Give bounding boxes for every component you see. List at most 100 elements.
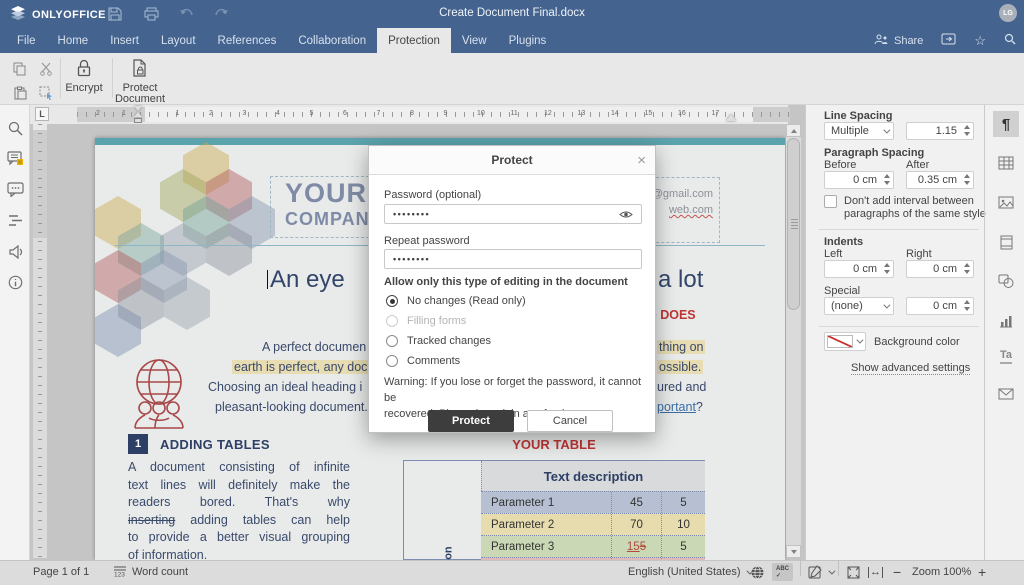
tab-home[interactable]: Home xyxy=(47,28,100,53)
tab-layout[interactable]: Layout xyxy=(150,28,207,53)
open-file-location-icon[interactable] xyxy=(941,33,956,48)
tab-stop-selector[interactable]: L xyxy=(35,107,49,121)
encrypt-button[interactable]: Encrypt xyxy=(64,57,104,94)
cancel-button[interactable]: Cancel xyxy=(527,410,613,432)
radio-tracked-changes[interactable]: Tracked changes xyxy=(386,335,491,347)
redo-icon[interactable] xyxy=(212,5,230,23)
section-number-badge: 1 xyxy=(128,434,148,454)
table-row: Parameter 27010 xyxy=(481,513,705,535)
scroll-down-button[interactable] xyxy=(786,545,801,558)
spacing-before-stepper[interactable]: 0 cm xyxy=(824,171,894,189)
share-button[interactable]: Share xyxy=(874,34,923,48)
header-footer-settings-icon[interactable] xyxy=(993,229,1019,255)
repeat-password-label: Repeat password xyxy=(384,235,470,247)
radio-button[interactable] xyxy=(386,335,398,347)
interval-checkbox[interactable] xyxy=(824,195,837,208)
horizontal-ruler[interactable]: 211234567891011121314151617 xyxy=(77,107,790,122)
paragraph-settings-panel: Line Spacing Multiple 1.15 Paragraph Spa… xyxy=(805,105,1024,560)
radio-comments[interactable]: Comments xyxy=(386,355,460,367)
line-spacing-select[interactable]: Multiple xyxy=(824,122,894,140)
shape-settings-icon[interactable] xyxy=(993,268,1019,294)
show-password-eye-icon[interactable] xyxy=(619,209,633,222)
password-input[interactable]: •••••••• xyxy=(384,204,642,224)
navigation-icon[interactable] xyxy=(7,212,24,229)
zoom-level[interactable]: Zoom 100% xyxy=(912,560,971,584)
protect-confirm-button[interactable]: Protect xyxy=(428,410,514,432)
about-icon[interactable] xyxy=(7,274,24,291)
special-amount-stepper[interactable]: 0 cm xyxy=(906,297,974,315)
copy-icon[interactable] xyxy=(8,58,32,80)
scroll-up-button[interactable] xyxy=(786,124,801,137)
background-color-picker[interactable] xyxy=(824,332,866,351)
paste-icon[interactable] xyxy=(8,82,32,104)
radio-button-disabled xyxy=(386,315,398,327)
radio-button[interactable] xyxy=(386,355,398,367)
no-color-swatch xyxy=(827,335,853,348)
image-settings-icon[interactable] xyxy=(993,189,1019,215)
hyperlink[interactable]: portant xyxy=(657,400,696,414)
paragraph-settings-icon[interactable]: ¶ xyxy=(993,111,1019,137)
tab-references[interactable]: References xyxy=(207,28,288,53)
save-icon[interactable] xyxy=(106,5,124,23)
indent-right-stepper[interactable]: 0 cm xyxy=(906,260,974,278)
share-label: Share xyxy=(894,35,923,47)
table-header-cell: Text description xyxy=(481,461,705,491)
zoom-out-button[interactable]: − xyxy=(893,560,901,584)
tab-insert[interactable]: Insert xyxy=(99,28,150,53)
protect-document-button[interactable]: Protect Document xyxy=(116,57,164,105)
language-selector[interactable]: English (United States) xyxy=(628,560,751,584)
chart-settings-icon[interactable] xyxy=(993,308,1019,334)
set-language-icon[interactable] xyxy=(750,560,765,584)
fit-width-icon[interactable]: ↔ xyxy=(868,560,883,584)
word-count-button[interactable]: 123 Word count xyxy=(113,560,188,584)
document-scrollbar[interactable] xyxy=(786,124,801,558)
undo-icon[interactable] xyxy=(178,5,196,23)
mail-merge-icon[interactable] xyxy=(993,381,1019,407)
right-indent-marker[interactable] xyxy=(726,114,736,121)
table-settings-icon[interactable] xyxy=(993,150,1019,176)
scrollbar-thumb[interactable] xyxy=(787,138,800,310)
text-art-settings-icon[interactable]: Ta xyxy=(993,343,1019,369)
tab-protection[interactable]: Protection xyxy=(377,28,451,53)
tab-view[interactable]: View xyxy=(451,28,498,53)
radio-no-changes[interactable]: No changes (Read only) xyxy=(386,295,526,307)
advanced-settings-link[interactable]: Show advanced settings xyxy=(851,362,970,375)
comments-icon[interactable] xyxy=(7,150,24,167)
cut-icon[interactable] xyxy=(34,58,58,80)
page-count[interactable]: Page 1 of 1 xyxy=(33,560,89,584)
spell-check-icon[interactable]: ABC✓ xyxy=(772,563,793,581)
encrypt-label: Encrypt xyxy=(65,83,102,94)
fit-page-icon[interactable] xyxy=(846,560,861,584)
print-icon[interactable] xyxy=(142,5,160,23)
avatar[interactable]: LG xyxy=(999,4,1017,22)
before-label: Before xyxy=(824,159,856,171)
after-label: After xyxy=(906,159,929,171)
special-select[interactable]: (none) xyxy=(824,297,894,315)
spacing-after-stepper[interactable]: 0.35 cm xyxy=(906,171,974,189)
vertical-ruler[interactable] xyxy=(33,124,47,558)
tab-plugins[interactable]: Plugins xyxy=(498,28,558,53)
tracked-deleted-value: 5 xyxy=(640,541,646,553)
document-table[interactable]: Text description Parameter 1455 Paramete… xyxy=(403,460,705,560)
intro-line: pleasant-looking document. xyxy=(215,400,368,414)
repeat-password-input[interactable]: •••••••• xyxy=(384,249,642,269)
dialog-header[interactable]: Protect × xyxy=(369,146,655,175)
favorite-star-icon[interactable]: ☆ xyxy=(974,33,986,49)
indent-left-stepper[interactable]: 0 cm xyxy=(824,260,894,278)
line-spacing-stepper[interactable]: 1.15 xyxy=(906,122,974,140)
chat-icon[interactable] xyxy=(7,181,24,198)
select-all-icon[interactable] xyxy=(34,82,58,104)
zoom-in-button[interactable]: + xyxy=(978,560,986,584)
search-icon[interactable] xyxy=(1004,33,1016,48)
find-icon[interactable] xyxy=(7,120,24,137)
close-icon[interactable]: × xyxy=(637,152,646,169)
chevron-down-icon xyxy=(856,337,863,344)
track-changes-icon[interactable] xyxy=(808,560,833,584)
tab-collaboration[interactable]: Collaboration xyxy=(287,28,377,53)
radio-button-selected[interactable] xyxy=(386,295,398,307)
indent-marker[interactable] xyxy=(134,106,143,123)
dialog-title: Protect xyxy=(491,153,532,167)
feedback-icon[interactable] xyxy=(7,243,24,260)
special-label: Special xyxy=(824,285,860,297)
tab-file[interactable]: File xyxy=(6,28,47,53)
